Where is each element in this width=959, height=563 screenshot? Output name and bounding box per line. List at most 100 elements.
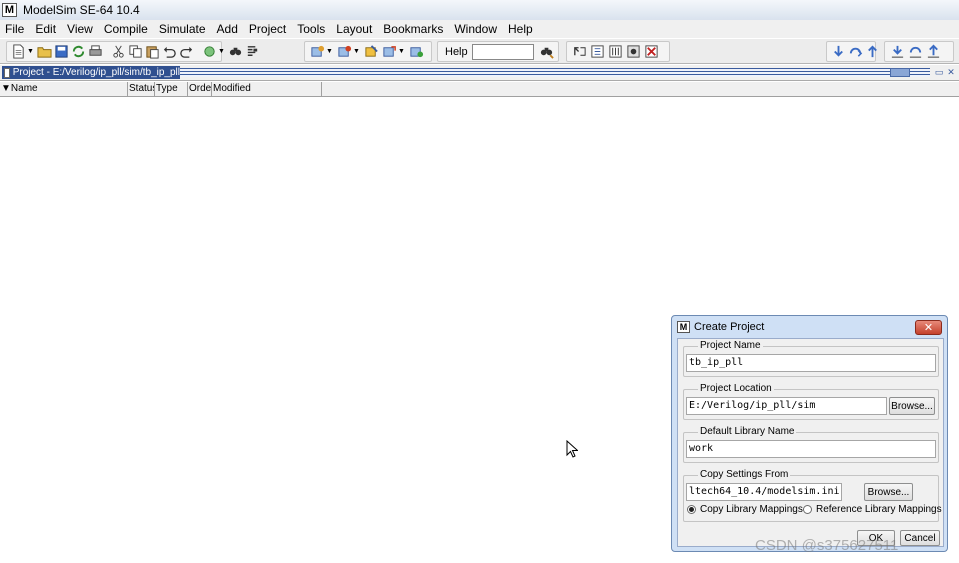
step-back-out-icon[interactable] [925,44,941,60]
menu-project[interactable]: Project [249,22,286,36]
dialog-close-icon[interactable]: ✕ [915,320,942,335]
menu-help[interactable]: Help [508,22,533,36]
menu-add[interactable]: Add [217,22,238,36]
breakpoint-icon[interactable] [202,44,217,60]
location-browse-button[interactable]: Browse... [889,397,935,415]
sort-arrow-icon: ▼ [1,83,11,94]
app-logo-icon: M [2,3,17,17]
simulate-icon[interactable] [363,44,379,60]
open-folder-icon[interactable] [37,44,52,60]
project-panel-header: Project - E:/Verilog/ip_pll/sim/tb_ip_pl… [0,65,959,81]
menu-tools[interactable]: Tools [297,22,325,36]
dialog-title-bar[interactable]: M Create Project ✕ [672,316,947,338]
project-icon [4,67,10,78]
print-icon[interactable] [88,44,103,60]
save-icon[interactable] [54,44,69,60]
create-project-dialog: M Create Project ✕ Project Name tb_ip_pl… [671,315,948,552]
copy-library-mappings-radio[interactable]: Copy Library Mappings [687,504,803,515]
reference-library-mappings-label: Reference Library Mappings [816,504,942,515]
reference-library-mappings-radio[interactable]: Reference Library Mappings [803,504,942,515]
menu-bar: File Edit View Compile Simulate Add Proj… [0,20,959,38]
undock-icon[interactable]: ▭ [934,67,944,77]
copy-settings-input[interactable]: ltech64_10.4/modelsim.ini [686,483,842,501]
compile-out-of-date-icon[interactable] [408,44,424,60]
radio-selected-icon [687,505,696,514]
toolbar-group-file: ▼ ▼ [6,41,258,62]
compile-dropdown-icon[interactable]: ▼ [326,44,333,60]
menu-compile[interactable]: Compile [104,22,148,36]
stop-icon[interactable] [643,44,659,60]
breakpoint-dropdown-icon[interactable]: ▼ [218,44,225,60]
new-file-dropdown-icon[interactable]: ▼ [27,44,34,60]
menu-layout[interactable]: Layout [336,22,372,36]
run-all-icon[interactable] [625,44,641,60]
step-out-icon[interactable] [865,44,880,60]
panel-drag-bar-right[interactable] [910,68,930,77]
paste-icon[interactable] [145,44,160,60]
undo-icon[interactable] [162,44,177,60]
help-search-input[interactable] [471,43,534,60]
compile-icon[interactable] [309,44,325,60]
step-back-icon[interactable] [889,44,905,60]
title-bar: M ModelSim SE-64 10.4 [0,0,959,20]
cut-icon[interactable] [111,44,126,60]
menu-edit[interactable]: Edit [35,22,56,36]
column-name[interactable]: ▼Name [0,82,128,96]
radio-unselected-icon [803,505,812,514]
run-continue-icon[interactable] [607,44,623,60]
copy-library-mappings-label: Copy Library Mappings [700,504,803,515]
help-label: Help [445,45,468,58]
menu-bookmarks[interactable]: Bookmarks [383,22,443,36]
new-file-icon[interactable] [11,44,26,60]
compile-all-icon[interactable] [336,44,352,60]
restart-icon[interactable] [571,44,587,60]
menu-view[interactable]: View [67,22,93,36]
redo-icon[interactable] [179,44,194,60]
refresh-icon[interactable] [71,44,86,60]
panel-close-icon[interactable]: ✕ [946,67,956,77]
copy-settings-label: Copy Settings From [698,469,791,480]
step-icon[interactable] [831,44,846,60]
project-panel-title[interactable]: Project - E:/Verilog/ip_pll/sim/tb_ip_pl… [2,66,180,79]
project-title-text: Project - E:/Verilog/ip_pll/sim/tb_ip_pl… [12,67,180,78]
column-name-label: Name [10,83,38,94]
modelsim-window: M ModelSim SE-64 10.4 File Edit View Com… [0,0,959,563]
menu-window[interactable]: Window [454,22,497,36]
toolbar-group-run [566,41,670,62]
compile-order-icon[interactable] [381,44,397,60]
project-name-label: Project Name [698,340,763,351]
project-name-group: Project Name tb_ip_pll [683,340,939,377]
window-title: ModelSim SE-64 10.4 [23,3,140,17]
cancel-button[interactable]: Cancel [900,530,940,546]
run-icon[interactable] [589,44,605,60]
copy-settings-browse-button[interactable]: Browse... [864,483,913,501]
column-modified[interactable]: Modified [212,82,322,96]
column-type[interactable]: Type [155,82,188,96]
project-location-input[interactable]: E:/Verilog/ip_pll/sim [686,397,887,415]
find-replace-icon[interactable] [245,44,260,60]
menu-simulate[interactable]: Simulate [159,22,206,36]
project-location-group: Project Location E:/Verilog/ip_pll/sim B… [683,383,939,420]
menu-file[interactable]: File [5,22,24,36]
compile-all-dropdown-icon[interactable]: ▼ [353,44,360,60]
copy-settings-group: Copy Settings From ltech64_10.4/modelsim… [683,469,942,522]
dialog-body: Project Name tb_ip_pll Project Location … [677,338,944,547]
toolbar-group-step [826,41,877,62]
help-search-icon[interactable] [539,44,554,60]
column-status[interactable]: Status [128,82,155,96]
column-order[interactable]: Order [188,82,212,96]
copy-icon[interactable] [128,44,143,60]
compile-order-dropdown-icon[interactable]: ▼ [398,44,405,60]
watermark: CSDN @s375627511 [755,537,899,554]
toolbar: ▼ ▼ ▼ ▼ ▼ Help [0,38,959,64]
dialog-logo-icon: M [677,321,690,333]
default-library-input[interactable]: work [686,440,936,458]
project-name-input[interactable]: tb_ip_pll [686,354,936,372]
find-icon[interactable] [228,44,243,60]
step-over-icon[interactable] [848,44,863,60]
panel-drag-bar[interactable] [180,68,890,77]
panel-grip-handle[interactable] [890,68,910,77]
default-library-label: Default Library Name [698,426,797,437]
project-column-header: ▼Name Status Type Order Modified [0,82,959,97]
step-back-over-icon[interactable] [907,44,923,60]
